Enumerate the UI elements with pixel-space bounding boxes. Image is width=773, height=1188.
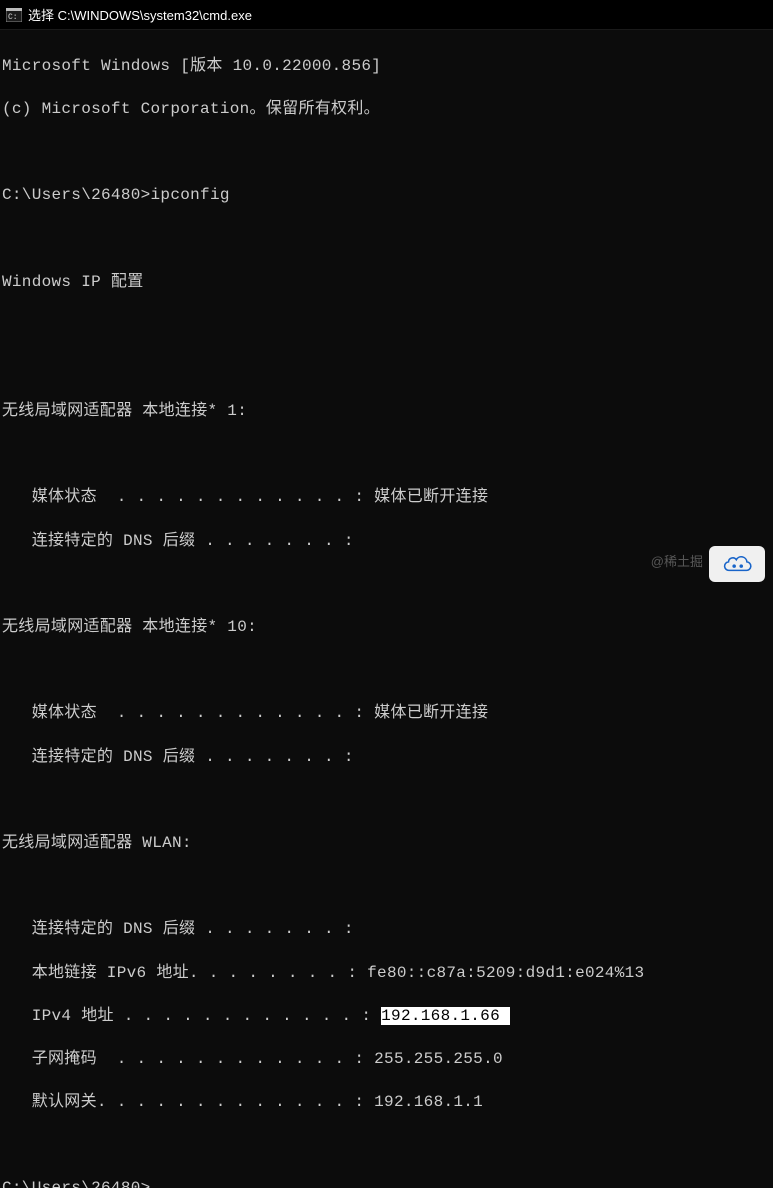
window-titlebar[interactable]: C: 选择 C:\WINDOWS\system32\cmd.exe [0,0,773,30]
media-status-line: 媒体状态 . . . . . . . . . . . . : 媒体已断开连接 [2,703,771,725]
os-version-line: Microsoft Windows [版本 10.0.22000.856] [2,56,771,78]
blank-line [2,142,771,164]
cloud-icon [720,553,754,575]
gateway-line: 默认网关. . . . . . . . . . . . . : 192.168.… [2,1092,771,1114]
blank-line [2,358,771,380]
command-text: ipconfig [151,186,230,204]
subnet-line: 子网掩码 . . . . . . . . . . . . : 255.255.2… [2,1049,771,1071]
gateway-value: 192.168.1.1 [374,1093,483,1111]
blank-line [2,790,771,812]
copyright-line: (c) Microsoft Corporation。保留所有权利。 [2,99,771,121]
blank-line [2,574,771,596]
adapter-title: 无线局域网适配器 本地连接* 10: [2,617,771,639]
cloud-badge [709,546,765,582]
blank-line [2,444,771,466]
media-status-line: 媒体状态 . . . . . . . . . . . . : 媒体已断开连接 [2,487,771,509]
prompt-path: C:\Users\26480> [2,186,151,204]
ipv6-line: 本地链接 IPv6 地址. . . . . . . . : fe80::c87a… [2,963,771,985]
adapter-title: 无线局域网适配器 本地连接* 1: [2,401,771,423]
window-title: 选择 C:\WINDOWS\system32\cmd.exe [28,5,252,24]
prompt-line: C:\Users\26480>ipconfig [2,185,771,207]
adapter-title: 无线局域网适配器 WLAN: [2,833,771,855]
dns-suffix-line: 连接特定的 DNS 后缀 . . . . . . . : [2,747,771,769]
terminal-output[interactable]: Microsoft Windows [版本 10.0.22000.856] (c… [0,30,773,1188]
prompt-path: C:\Users\26480> [2,1179,151,1188]
blank-line [2,315,771,337]
ipconfig-title: Windows IP 配置 [2,272,771,294]
subnet-value: 255.255.255.0 [374,1050,503,1068]
prompt-line[interactable]: C:\Users\26480> [2,1178,771,1188]
media-status-value: 媒体已断开连接 [374,488,488,506]
blank-line [2,1135,771,1157]
blank-line [2,660,771,682]
blank-line [2,228,771,250]
svg-text:C:: C: [8,13,18,22]
cursor [151,1180,160,1188]
dns-suffix-line: 连接特定的 DNS 后缀 . . . . . . . : [2,531,771,553]
media-status-value: 媒体已断开连接 [374,704,488,722]
dns-suffix-line: 连接特定的 DNS 后缀 . . . . . . . : [2,919,771,941]
blank-line [2,876,771,898]
cmd-icon: C: [6,8,22,22]
ipv4-line: IPv4 地址 . . . . . . . . . . . . : 192.16… [2,1006,771,1028]
ipv6-value: fe80::c87a:5209:d9d1:e024%13 [367,964,644,982]
watermark-text: @稀土掘 [651,551,703,570]
ipv4-value-highlighted[interactable]: 192.168.1.66 [381,1007,500,1025]
